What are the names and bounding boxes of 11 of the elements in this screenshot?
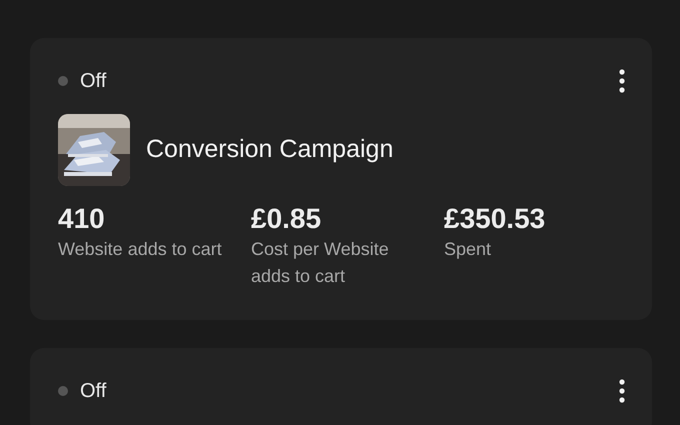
metric-label: Cost per Website adds to cart (251, 238, 390, 288)
status-label: Off (80, 379, 106, 404)
more-icon (619, 69, 625, 93)
more-icon (619, 379, 625, 403)
metric-value: 410 (58, 202, 106, 236)
metric-label: Spent (444, 238, 492, 261)
metric-value: £0.85 (251, 202, 322, 236)
status-label: Off (80, 69, 106, 94)
metric-value: £350.53 (444, 202, 546, 236)
metric-label: Website adds to cart (58, 238, 223, 261)
campaign-name: Conversion Campaign (146, 134, 394, 166)
